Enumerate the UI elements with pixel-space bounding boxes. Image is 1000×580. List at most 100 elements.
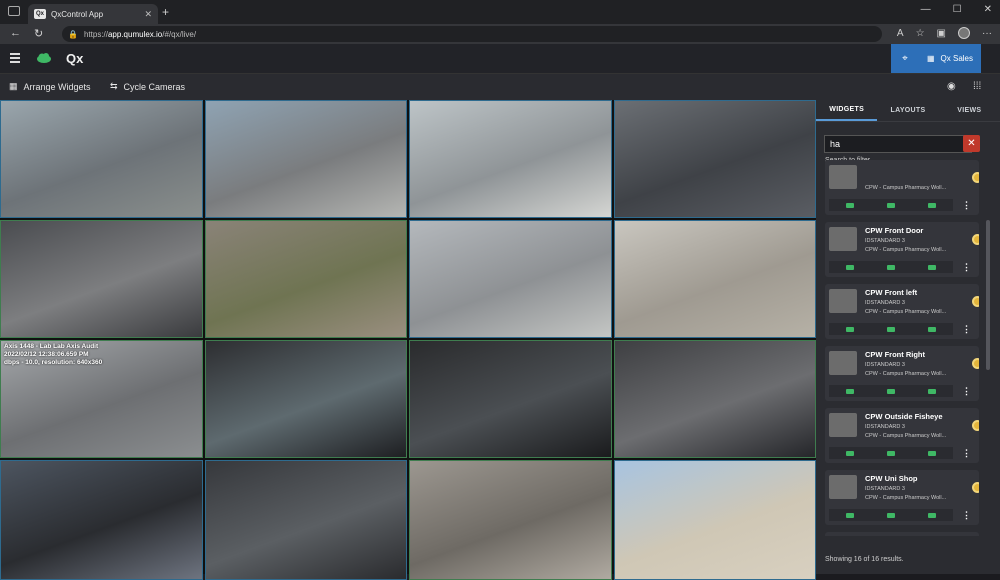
camera-feed	[410, 461, 611, 579]
qx-sales-button[interactable]: ▦ Qx Sales	[919, 44, 981, 73]
clear-search-button[interactable]: ✕	[963, 135, 980, 152]
camera-feed	[205, 221, 406, 337]
widget-site: CPW - Campus Pharmacy Woll...	[865, 495, 947, 501]
widget-card[interactable]: CPW Front left IDSTANDARD 3 CPW - Campus P…	[825, 284, 979, 339]
widget-actions	[829, 199, 953, 211]
camera-feed	[1, 461, 202, 579]
audio-icon[interactable]	[928, 388, 937, 394]
widget-card[interactable]: CPW Front Right IDSTANDARD 3 CPW - Campus …	[825, 346, 979, 401]
audio-icon[interactable]	[928, 450, 937, 456]
lock-icon: 🔒	[68, 29, 78, 39]
widget-search-input[interactable]: ha	[824, 135, 972, 153]
camera-feed	[205, 341, 406, 457]
audio-icon[interactable]	[928, 326, 937, 332]
camera-tile[interactable]	[204, 100, 407, 218]
reader-icon[interactable]: A	[897, 28, 904, 39]
camera-tile[interactable]: Axis 1448 - Lab Lab Axis Audit 2022/02/12…	[0, 340, 203, 458]
address-bar-row: ← ↻ 🔒 https://app.qumulex.io/#/qx/live/ …	[0, 24, 1000, 44]
kebab-menu-icon[interactable]: ⋮	[962, 324, 971, 335]
camera-feed	[205, 101, 406, 217]
fullscreen-icon[interactable]	[845, 326, 854, 332]
video-icon[interactable]	[886, 512, 895, 518]
widget-card[interactable]: Gravel Parking Lot	[825, 532, 979, 536]
tab-actions-icon[interactable]	[8, 6, 20, 16]
widget-site: CPW - Campus Pharmacy Woll...	[865, 185, 947, 191]
close-window-icon[interactable]: ✕	[984, 4, 992, 15]
browser-tab[interactable]: Qx QxControl App ✕	[28, 4, 158, 24]
camera-feed	[410, 221, 611, 337]
kebab-menu-icon[interactable]: ⋮	[962, 386, 971, 397]
overlay-line: 2022/02/12 12:38:06.659 PM	[4, 351, 89, 358]
camera-tile[interactable]	[204, 340, 407, 458]
camera-tile[interactable]	[0, 460, 203, 580]
camera-overlay-text: Axis 1448 - Lab Lab Axis Audit 2022/02/12…	[4, 343, 102, 367]
camera-tile[interactable]	[613, 100, 816, 218]
audio-icon[interactable]	[928, 202, 937, 208]
tab-favicon: Qx	[34, 9, 46, 19]
camera-tile[interactable]	[613, 460, 816, 580]
arrange-widgets-button[interactable]: ▦ Arrange Widgets	[9, 81, 91, 92]
widget-thumbnail	[829, 475, 857, 499]
video-icon[interactable]	[886, 326, 895, 332]
tab-layouts[interactable]: LAYOUTS	[877, 100, 938, 121]
video-icon[interactable]	[886, 264, 895, 270]
camera-tile[interactable]	[409, 100, 612, 218]
cycle-cameras-button[interactable]: ⇆ Cycle Cameras	[110, 81, 185, 92]
fullscreen-icon[interactable]	[845, 264, 854, 270]
collections-icon[interactable]: ▣	[937, 28, 946, 39]
widget-card[interactable]: CPW Uni Shop IDSTANDARD 3 CPW - Campus Pha…	[825, 470, 979, 525]
camera-tile[interactable]	[409, 460, 612, 580]
widget-thumbnail	[829, 227, 857, 251]
widget-site: CPW - Campus Pharmacy Woll...	[865, 433, 947, 439]
profile-avatar[interactable]	[958, 27, 970, 39]
camera-tile[interactable]	[0, 100, 203, 218]
more-icon[interactable]: ···	[982, 28, 992, 39]
widget-actions	[829, 261, 953, 273]
kebab-menu-icon[interactable]: ⋮	[962, 510, 971, 521]
camera-tile[interactable]	[409, 340, 612, 458]
favorite-star-icon[interactable]: ☆	[916, 28, 925, 39]
widget-model: IDSTANDARD 3	[865, 362, 905, 368]
fullscreen-icon[interactable]	[845, 450, 854, 456]
widget-card[interactable]: CPW - Campus Pharmacy Woll... ⋮	[825, 160, 979, 215]
fullscreen-icon[interactable]	[845, 512, 854, 518]
kebab-menu-icon[interactable]: ⋮	[962, 200, 971, 211]
qx-sales-label: Qx Sales	[940, 54, 974, 63]
new-tab-button[interactable]: +	[162, 5, 169, 19]
video-icon[interactable]	[886, 388, 895, 394]
overlay-line: Axis 1448 - Lab Lab Axis Audit	[4, 343, 99, 350]
url-field[interactable]: 🔒 https://app.qumulex.io/#/qx/live/	[62, 26, 882, 42]
camera-feed	[614, 461, 815, 579]
video-icon[interactable]	[886, 202, 895, 208]
maximize-icon[interactable]: ☐	[953, 4, 962, 15]
audio-icon[interactable]	[928, 512, 937, 518]
fullscreen-icon[interactable]	[845, 202, 854, 208]
apps-grid-icon[interactable]: ⁞⁞⁞	[973, 81, 981, 92]
tab-views[interactable]: VIEWS	[939, 100, 1000, 121]
camera-tile[interactable]	[0, 220, 203, 338]
camera-tile[interactable]	[204, 220, 407, 338]
tab-widgets[interactable]: WIDGETS	[816, 100, 878, 121]
widget-card[interactable]: CPW Outside Fisheye IDSTANDARD 3 CPW - Cam…	[825, 408, 979, 463]
audio-icon[interactable]	[928, 264, 937, 270]
minimize-icon[interactable]: —	[921, 4, 931, 15]
camera-tile[interactable]	[613, 220, 816, 338]
camera-grid: Axis 1448 - Lab Lab Axis Audit 2022/02/12…	[0, 100, 816, 580]
menu-icon[interactable]	[10, 53, 20, 65]
kebab-menu-icon[interactable]: ⋮	[962, 262, 971, 273]
camera-tile[interactable]	[613, 340, 816, 458]
widget-card[interactable]: CPW Front Door IDSTANDARD 3 CPW - Campus P…	[825, 222, 979, 277]
locate-button[interactable]: ⌖	[891, 44, 919, 73]
video-icon[interactable]	[886, 450, 895, 456]
back-icon[interactable]: ←	[10, 27, 21, 39]
sidebar-scrollbar[interactable]	[986, 220, 990, 370]
widget-model: IDSTANDARD 3	[865, 238, 905, 244]
eye-icon[interactable]: ◉	[947, 81, 956, 92]
camera-tile[interactable]	[409, 220, 612, 338]
live-toolbar: ▦ Arrange Widgets ⇆ Cycle Cameras ◉ ⁞⁞⁞	[0, 73, 1000, 100]
camera-tile[interactable]	[204, 460, 407, 580]
tab-close-icon[interactable]: ✕	[144, 9, 152, 20]
fullscreen-icon[interactable]	[845, 388, 854, 394]
kebab-menu-icon[interactable]: ⋮	[962, 448, 971, 459]
reload-icon[interactable]: ↻	[34, 27, 43, 40]
